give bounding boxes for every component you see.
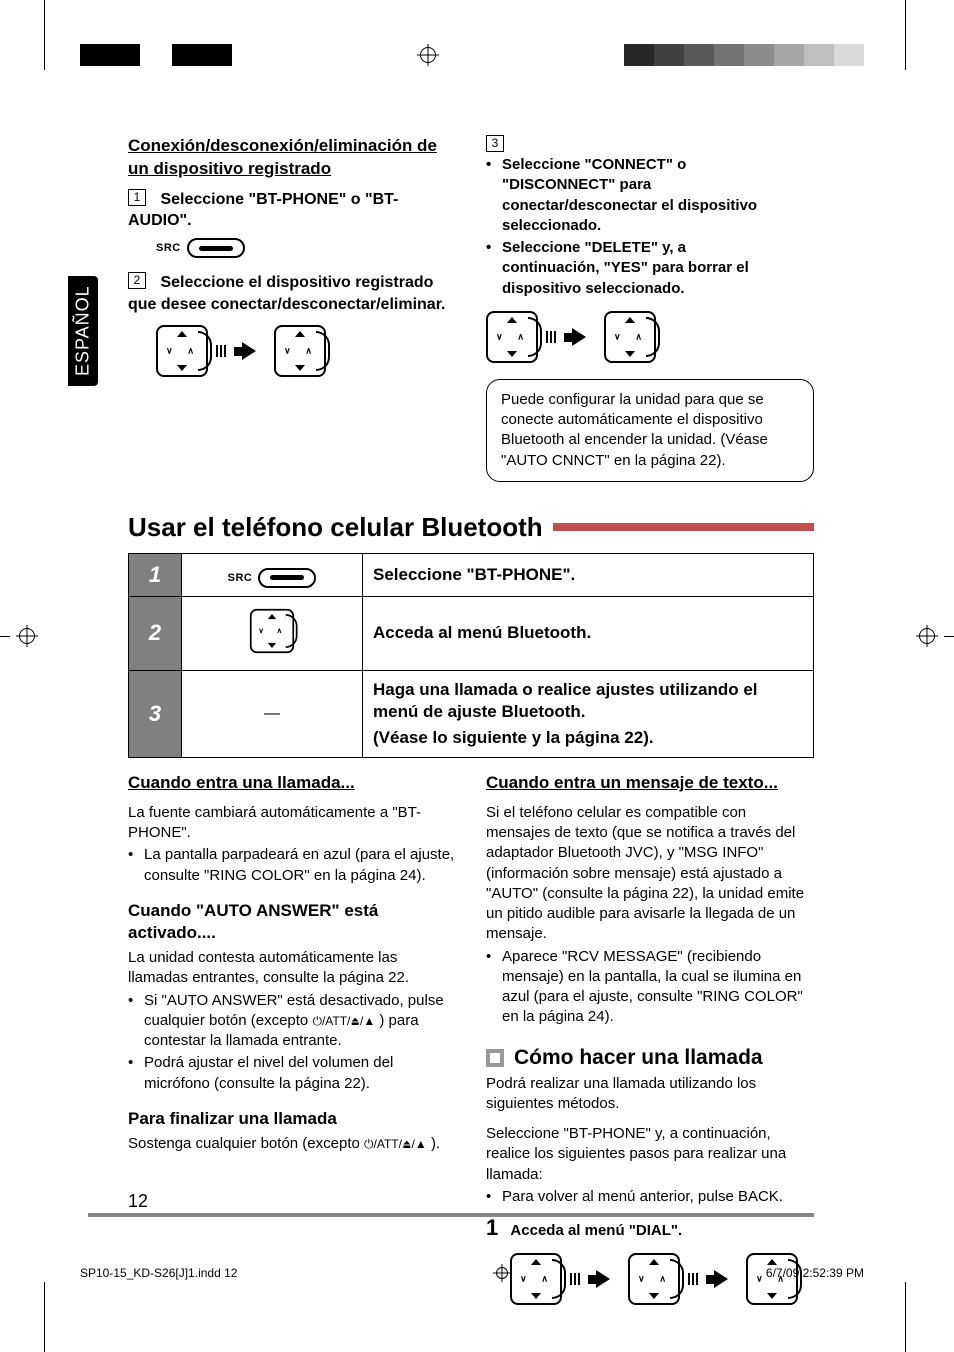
- registration-target-icon: [493, 1264, 511, 1282]
- row-number: 3: [129, 670, 182, 757]
- heading-incoming-call: Cuando entra una llamada...: [128, 772, 456, 795]
- row-text: Seleccione "BT-PHONE".: [363, 553, 814, 596]
- row-text: Acceda al menú Bluetooth.: [363, 596, 814, 670]
- arrow-icon: [216, 345, 226, 357]
- step-number-3: 3: [486, 135, 504, 152]
- registration-target-icon: [417, 44, 439, 66]
- note-text: Puede configurar la unidad para que se c…: [501, 391, 768, 469]
- incoming-para: La fuente cambiará automáticamente a "BT…: [128, 803, 456, 844]
- make-call-p1: Podrá realizar una llamada utilizando lo…: [486, 1074, 814, 1115]
- control-dial-icon: ∨∧: [486, 311, 538, 363]
- registration-target-icon: [0, 625, 50, 647]
- control-dial-icon: ∨∧: [156, 325, 208, 377]
- color-swatches-left: [80, 44, 232, 66]
- heading-end-call: Para finalizar una llamada: [128, 1108, 456, 1130]
- bullet: La pantalla parpadeará en azul (para el …: [128, 845, 456, 886]
- registration-target-icon: [904, 625, 954, 647]
- row-text: Haga una llamada o realice ajustes utili…: [363, 670, 814, 757]
- step1-text: Seleccione "BT-PHONE" o "BT-AUDIO".: [128, 191, 398, 230]
- step3-bullets: Seleccione "CONNECT" o "DISCONNECT" para…: [486, 155, 784, 299]
- row-text-sub: (Véase lo siguiente y la página 22).: [373, 727, 803, 749]
- make-call-p2: Seleccione "BT-PHONE" y, a continuación,…: [486, 1124, 814, 1185]
- heading-incoming-msg: Cuando entra un mensaje de texto...: [486, 772, 814, 795]
- src-button-icon: [258, 568, 316, 588]
- heading-rule: [553, 523, 814, 531]
- subheading-make-call: Cómo hacer una llamada: [486, 1046, 814, 1070]
- step-number-1: 1: [128, 189, 146, 206]
- bullet: Para volver al menú anterior, pulse BACK…: [486, 1187, 814, 1207]
- step-number-2: 2: [128, 272, 146, 289]
- arrow-icon: [546, 331, 556, 343]
- dial-step: 1 Acceda al menú "DIAL".: [486, 1213, 814, 1243]
- src-label: SRC: [156, 242, 181, 254]
- table-row: 1 SRC Seleccione "BT-PHONE".: [129, 553, 814, 596]
- crop-mark: [905, 1282, 906, 1352]
- step-table: 1 SRC Seleccione "BT-PHONE". 2 ∨∧: [128, 553, 814, 758]
- col-left-top: Conexión/desconexión/eliminación de un d…: [128, 135, 456, 482]
- src-button-icon: [187, 238, 245, 258]
- step3-bullet: Seleccione "CONNECT" o "DISCONNECT" para…: [486, 155, 784, 236]
- row-number: 2: [129, 596, 182, 670]
- section-heading-row: Usar el teléfono celular Bluetooth: [128, 512, 814, 543]
- end-call-post: ).: [431, 1135, 440, 1152]
- page-number: 12: [128, 1191, 148, 1212]
- table-row: 3 — Haga una llamada o realice ajustes u…: [129, 670, 814, 757]
- heading-auto-answer: Cuando "AUTO ANSWER" está activado....: [128, 900, 456, 944]
- bullet: Si "AUTO ANSWER" está desactivado, pulse…: [128, 991, 456, 1052]
- subheading-text: Cómo hacer una llamada: [514, 1046, 763, 1070]
- square-bullet-icon: [486, 1049, 504, 1067]
- row-icon: ∨∧: [182, 596, 363, 670]
- crop-mark: [44, 1282, 45, 1352]
- note-box: Puede configurar la unidad para que se c…: [486, 379, 814, 482]
- footer-date: 6/7/09 2:52:39 PM: [766, 1266, 864, 1280]
- language-tab: ESPAÑOL: [68, 276, 98, 386]
- bullet: Aparece "RCV MESSAGE" (recibiendo mensaj…: [486, 947, 814, 1028]
- row-text-main: Haga una llamada o realice ajustes utili…: [373, 680, 758, 721]
- table-row: 2 ∨∧ Acceda al menú Bluetooth.: [129, 596, 814, 670]
- step3-bullet: Seleccione "DELETE" y, a continuación, "…: [486, 238, 784, 299]
- dial-step-num: 1: [486, 1215, 498, 1240]
- color-swatches-right: [624, 44, 864, 66]
- control-dial-icon: ∨∧: [250, 609, 294, 653]
- step2-text: Seleccione el dispositivo registrado que…: [128, 274, 445, 313]
- bullet: Podrá ajustar el nivel del volumen del m…: [128, 1053, 456, 1094]
- power-att-eject-icons: ⏻/ATT/⏏/▲: [364, 1137, 427, 1151]
- col-right-lower: Cuando entra un mensaje de texto... Si e…: [486, 772, 814, 1309]
- section-heading: Usar el teléfono celular Bluetooth: [128, 512, 543, 543]
- register-bar-top: [0, 40, 954, 70]
- arrow-icon: [242, 342, 256, 360]
- auto-answer-para: La unidad contesta automáticamente las l…: [128, 948, 456, 989]
- power-att-eject-icons: ⏻/ATT/⏏/▲: [312, 1014, 375, 1028]
- arrow-icon: [572, 328, 586, 346]
- col-left-lower: Cuando entra una llamada... La fuente ca…: [128, 772, 456, 1309]
- print-footer: SP10-15_KD-S26[J]1.indd 12 6/7/09 2:52:3…: [80, 1264, 864, 1282]
- row-icon: —: [182, 670, 363, 757]
- end-call-pre: Sostenga cualquier botón (excepto: [128, 1135, 364, 1152]
- end-call-para: Sostenga cualquier botón (excepto ⏻/ATT/…: [128, 1134, 456, 1154]
- control-dial-icon: ∨∧: [604, 311, 656, 363]
- row-icon: SRC: [182, 553, 363, 596]
- msg-para: Si el teléfono celular es compatible con…: [486, 803, 814, 945]
- src-label: SRC: [228, 572, 253, 584]
- heading-connection: Conexión/desconexión/eliminación de un d…: [128, 135, 456, 181]
- col-right-top: 3 Seleccione "CONNECT" o "DISCONNECT" pa…: [486, 135, 814, 482]
- dial-step-text: Acceda al menú "DIAL".: [510, 1222, 682, 1239]
- row-number: 1: [129, 553, 182, 596]
- page-rule: [128, 1213, 814, 1217]
- footer-file: SP10-15_KD-S26[J]1.indd 12: [80, 1266, 237, 1280]
- control-dial-icon: ∨∧: [274, 325, 326, 377]
